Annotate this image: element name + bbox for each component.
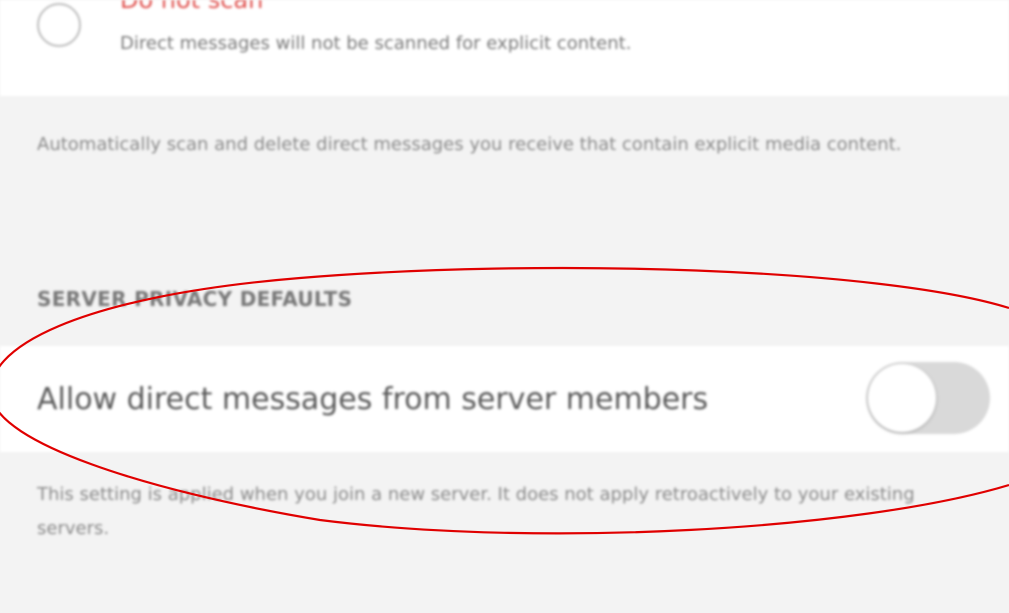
radio-option-do-not-scan[interactable]: Do not scan Direct messages will not be …	[0, 0, 1009, 96]
section-header-server-privacy: SERVER PRIVACY DEFAULTS	[37, 287, 353, 311]
radio-option-description: Direct messages will not be scanned for …	[120, 33, 632, 54]
toggle-knob[interactable]	[868, 364, 936, 432]
radio-button[interactable]	[37, 3, 81, 47]
allow-dms-toggle[interactable]	[866, 362, 990, 434]
privacy-settings-page: Do not scan Direct messages will not be …	[0, 0, 1009, 613]
server-privacy-description: This setting is applied when you join a …	[37, 484, 915, 539]
toggle-row-allow-dms[interactable]: Allow direct messages from server member…	[0, 346, 1009, 452]
radio-option-title: Do not scan	[120, 0, 264, 14]
toggle-label: Allow direct messages from server member…	[37, 382, 709, 417]
explicit-filter-description: Automatically scan and delete direct mes…	[37, 134, 902, 155]
